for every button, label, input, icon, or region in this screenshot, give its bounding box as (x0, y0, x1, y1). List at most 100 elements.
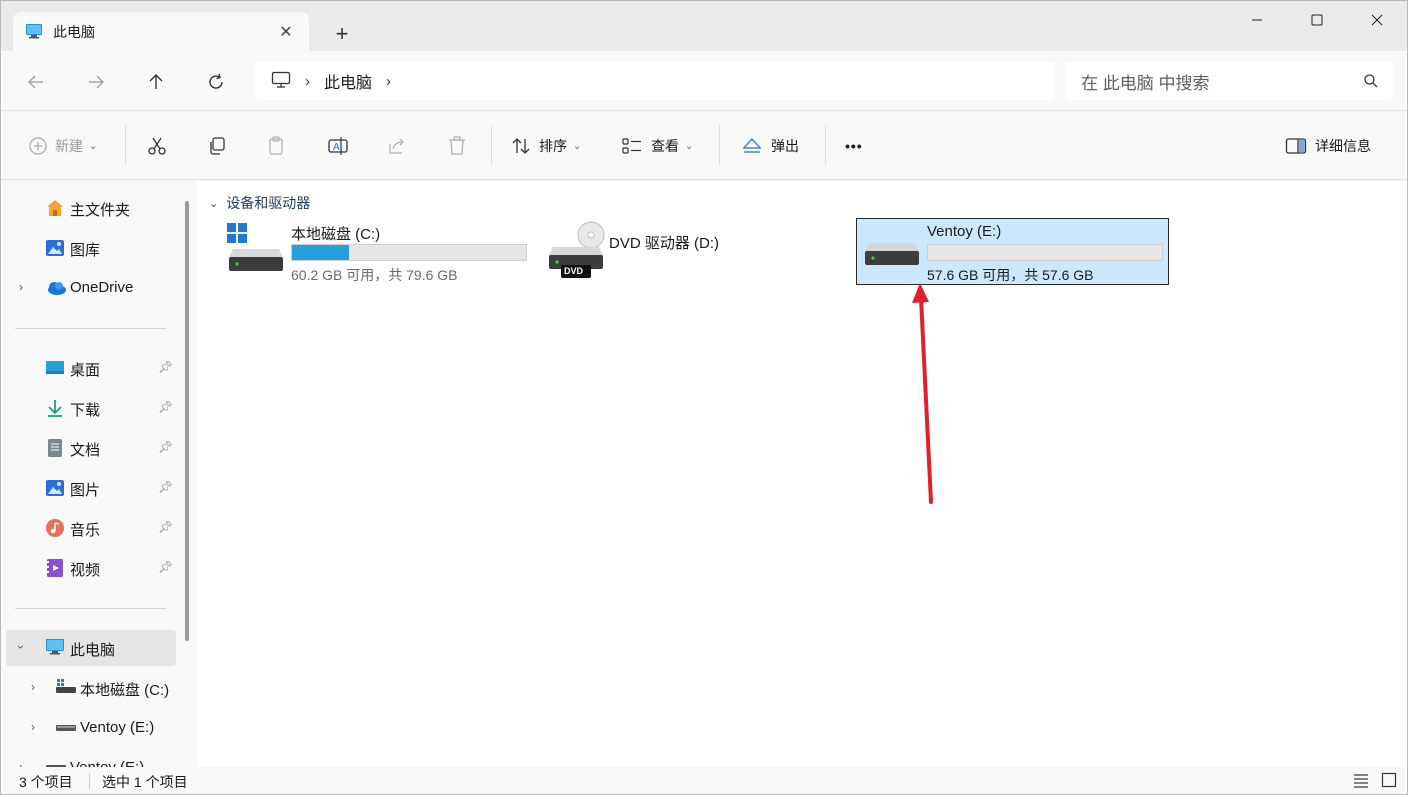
trash-icon (449, 136, 465, 155)
new-label: 新建 (55, 138, 83, 154)
navigation-pane: 主文件夹 图库 › OneDrive 桌面 📌︎ 下载 📌︎ 文档 📌︎ 图片 … (1, 181, 197, 767)
chevron-right-icon[interactable]: › (386, 73, 391, 90)
sidebar-item-label: 音乐 (70, 522, 101, 539)
share-button[interactable] (387, 132, 407, 160)
details-label: 详细信息 (1315, 138, 1371, 154)
paste-button[interactable] (267, 132, 287, 160)
arrow-up-icon (149, 74, 163, 89)
maximize-icon (1311, 14, 1323, 26)
sidebar-item-label: 此电脑 (70, 642, 116, 659)
copy-icon (210, 137, 225, 155)
sidebar-item-pictures[interactable]: 图片 📌︎ (1, 470, 177, 506)
up-button[interactable] (141, 67, 171, 97)
drive-ventoy-e[interactable]: Ventoy (E:) 57.6 GB 可用，共 57.6 GB (856, 218, 1169, 285)
pin-icon[interactable]: 📌︎ (158, 400, 173, 414)
drive-name: 本地磁盘 (C:) (291, 226, 381, 243)
cut-button[interactable] (147, 132, 167, 160)
pin-icon[interactable]: 📌︎ (158, 560, 173, 574)
close-window-button[interactable] (1347, 1, 1407, 39)
forward-button[interactable] (81, 67, 111, 97)
drive-name: DVD 驱动器 (D:) (609, 235, 719, 252)
computer-outline-icon (271, 71, 291, 92)
annotation-arrow (912, 283, 933, 504)
delete-button[interactable] (447, 132, 467, 160)
sidebar-item-gallery[interactable]: 图库 (1, 230, 177, 266)
minimize-button[interactable] (1227, 1, 1287, 39)
chevron-right-icon[interactable]: › (19, 760, 23, 767)
drive-dvd-d[interactable]: DVD DVD 驱动器 (D:) (545, 219, 805, 286)
search-input[interactable]: 在 此电脑 中搜索 (1065, 62, 1393, 100)
drive-usage-bar (927, 244, 1163, 261)
pin-icon[interactable]: 📌︎ (158, 520, 173, 534)
group-title: 设备和驱动器 (226, 195, 311, 211)
back-button[interactable] (21, 67, 51, 97)
tab-this-pc[interactable]: 此电脑 ✕ (13, 12, 309, 52)
sidebar-item-ventoy-e[interactable]: › Ventoy (E:) (1, 710, 177, 746)
chevron-right-icon[interactable]: › (31, 720, 35, 734)
divider (825, 125, 826, 165)
pin-icon[interactable]: 📌︎ (158, 480, 173, 494)
share-icon (389, 138, 404, 154)
search-placeholder: 在 此电脑 中搜索 (1081, 73, 1210, 93)
refresh-button[interactable] (201, 67, 231, 97)
sidebar-item-onedrive[interactable]: › OneDrive (1, 270, 177, 306)
pin-icon[interactable]: 📌︎ (158, 440, 173, 454)
rename-button[interactable]: A (327, 132, 349, 160)
arrow-left-icon (28, 75, 43, 89)
chevron-down-icon[interactable]: › (14, 645, 28, 649)
sidebar-item-documents[interactable]: 文档 📌︎ (1, 430, 177, 466)
command-bar: 新建 ⌄ A 排序 ⌄ 查看 ⌄ 弹出 ••• 详细信息 (1, 112, 1407, 180)
chevron-down-icon: ⌄ (685, 140, 694, 152)
view-button[interactable]: 查看 ⌄ (621, 132, 693, 160)
drive-windows-icon (55, 678, 76, 698)
eject-icon (742, 138, 762, 153)
tiles-view-icon[interactable] (1381, 772, 1397, 791)
divider (491, 125, 492, 165)
more-options-button[interactable]: ••• (845, 132, 863, 160)
new-button[interactable]: 新建 ⌄ (29, 132, 97, 160)
pin-icon[interactable]: 📌︎ (158, 360, 173, 374)
sidebar-item-music[interactable]: 音乐 📌︎ (1, 510, 177, 546)
scissors-icon (148, 137, 166, 155)
refresh-icon (209, 73, 223, 89)
eject-label: 弹出 (771, 138, 799, 154)
sidebar-item-label: 视频 (70, 562, 101, 579)
address-bar[interactable]: › 此电脑 › (255, 62, 1055, 100)
group-header[interactable]: ⌄ 设备和驱动器 (209, 193, 310, 213)
details-view-icon[interactable] (1353, 772, 1369, 791)
sidebar-item-ventoy-e-2[interactable]: › Ventoy (E:) (1, 750, 177, 767)
details-pane-button[interactable]: 详细信息 (1285, 132, 1371, 160)
drive-windows-icon (227, 223, 285, 276)
chevron-right-icon[interactable]: › (31, 680, 35, 694)
sidebar-item-label: 本地磁盘 (C:) (80, 682, 170, 699)
sidebar-item-label: 下载 (70, 402, 101, 419)
sort-button[interactable]: 排序 ⌄ (511, 132, 581, 160)
maximize-button[interactable] (1287, 1, 1347, 39)
sidebar-item-downloads[interactable]: 下载 📌︎ (1, 390, 177, 426)
sidebar-item-videos[interactable]: 视频 📌︎ (1, 550, 177, 586)
sidebar-item-home[interactable]: 主文件夹 (1, 190, 177, 226)
sidebar-item-desktop[interactable]: 桌面 📌︎ (1, 350, 177, 386)
close-tab-button[interactable]: ✕ (275, 21, 297, 43)
dvd-badge: DVD (564, 266, 584, 276)
drive-local-disk-c[interactable]: 本地磁盘 (C:) 60.2 GB 可用，共 79.6 GB (225, 219, 545, 286)
chevron-right-icon[interactable]: › (305, 73, 310, 90)
drive-usage-bar (291, 244, 527, 261)
sidebar-item-label: 文档 (70, 442, 101, 459)
sort-icon (512, 138, 530, 154)
new-tab-button[interactable]: + (327, 20, 357, 48)
eject-button[interactable]: 弹出 (741, 132, 799, 160)
sidebar-item-label: 主文件夹 (70, 202, 131, 219)
drive-icon (863, 223, 921, 276)
sidebar-item-this-pc[interactable]: › 此电脑 (6, 630, 176, 666)
computer-icon (45, 638, 65, 658)
sidebar-item-local-disk-c[interactable]: › 本地磁盘 (C:) (1, 670, 177, 706)
sidebar-scrollbar[interactable] (185, 201, 189, 641)
breadcrumb-this-pc[interactable]: 此电脑 (324, 69, 372, 93)
drive-usage-fill (292, 245, 350, 260)
chevron-right-icon[interactable]: › (19, 280, 23, 294)
selection-count: 选中 1 个项目 (102, 774, 188, 790)
drive-name: Ventoy (E:) (927, 223, 1002, 240)
copy-button[interactable] (207, 132, 227, 160)
close-icon (1371, 14, 1383, 26)
